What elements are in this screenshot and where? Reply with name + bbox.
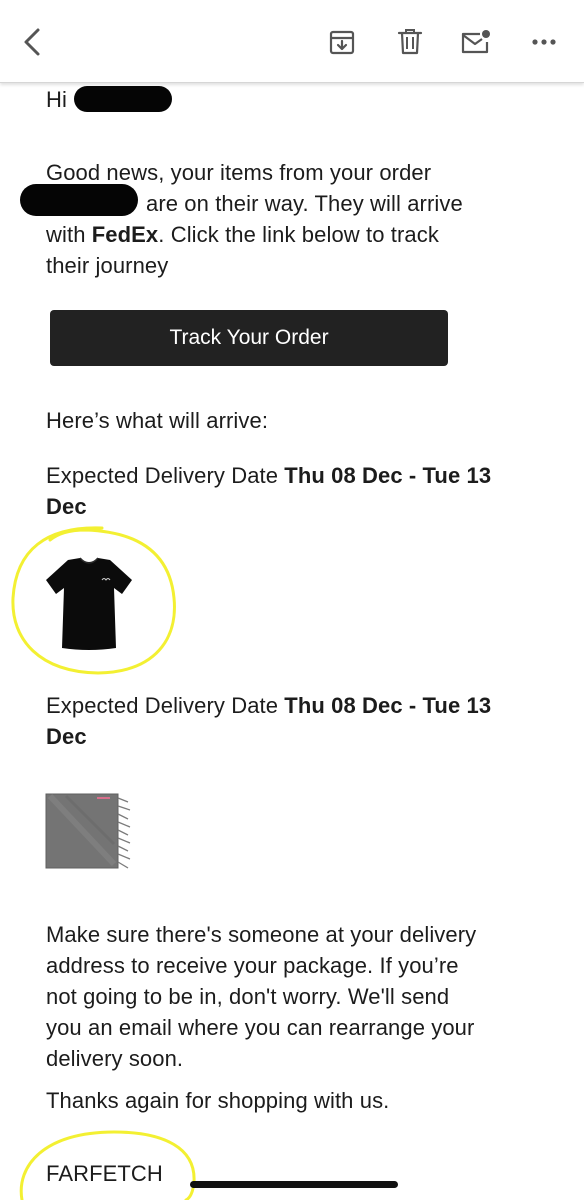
- back-icon: [24, 28, 40, 56]
- closing-line-3: not going to be in, don't worry. We'll s…: [46, 984, 450, 1009]
- home-indicator[interactable]: [190, 1181, 398, 1188]
- closing-line-2: address to receive your package. If you’…: [46, 953, 459, 978]
- thanks-text: Thanks again for shopping with us.: [46, 1088, 390, 1113]
- brand-signature: FARFETCH: [46, 1161, 163, 1186]
- intro-line-3-start: with: [46, 222, 92, 247]
- arrival-heading: Here’s what will arrive:: [46, 408, 269, 433]
- item-2-delivery-line-2: Dec: [46, 721, 87, 752]
- grey-scarf-image[interactable]: [44, 792, 132, 872]
- intro-line-3: with FedEx. Click the link below to trac…: [46, 219, 439, 250]
- email-toolbar: [0, 0, 584, 83]
- intro-line-3-end: . Click the link below to track: [158, 222, 439, 247]
- item-2-delivery-line: Expected Delivery Date Thu 08 Dec - Tue …: [46, 690, 491, 721]
- closing-line-4: you an email where you can rearrange you…: [46, 1015, 475, 1040]
- item-1-delivery-line: Expected Delivery Date Thu 08 Dec - Tue …: [46, 460, 491, 491]
- back-button[interactable]: [10, 20, 54, 64]
- item-1-delivery-range: Thu 08 Dec - Tue 13: [284, 463, 492, 488]
- redacted-name: [74, 86, 172, 112]
- item-2-delivery-range: Thu 08 Dec - Tue 13: [284, 693, 492, 718]
- item-2-delivery-label: Expected Delivery Date: [46, 693, 285, 718]
- more-icon: [532, 39, 556, 45]
- archive-button[interactable]: [320, 20, 364, 64]
- delete-button[interactable]: [388, 20, 432, 64]
- trash-icon: [397, 29, 423, 55]
- item-2-delivery-range-end: Dec: [46, 724, 87, 749]
- closing-line-1: Make sure there's someone at your delive…: [46, 922, 477, 947]
- intro-line-2: are on their way. They will arrive: [146, 191, 463, 216]
- carrier-name: FedEx: [91, 222, 159, 247]
- item-1-delivery-label: Expected Delivery Date: [46, 463, 285, 488]
- email-body: Hi Good news, your items from your order…: [0, 0, 584, 1200]
- redacted-order-number: [20, 184, 138, 216]
- item-1-delivery-range-end: Dec: [46, 494, 87, 519]
- intro-line-4: their journey: [46, 253, 169, 278]
- track-order-button[interactable]: Track Your Order: [50, 310, 448, 366]
- more-button[interactable]: [522, 20, 566, 64]
- mark-unread-button[interactable]: [454, 20, 498, 64]
- archive-icon: [329, 30, 355, 55]
- greeting-text: Hi: [46, 87, 67, 112]
- item-1-delivery-line-2: Dec: [46, 491, 87, 522]
- black-tshirt-image[interactable]: [44, 556, 134, 652]
- closing-line-5: delivery soon.: [46, 1046, 184, 1071]
- mark-unread-icon: [461, 30, 490, 54]
